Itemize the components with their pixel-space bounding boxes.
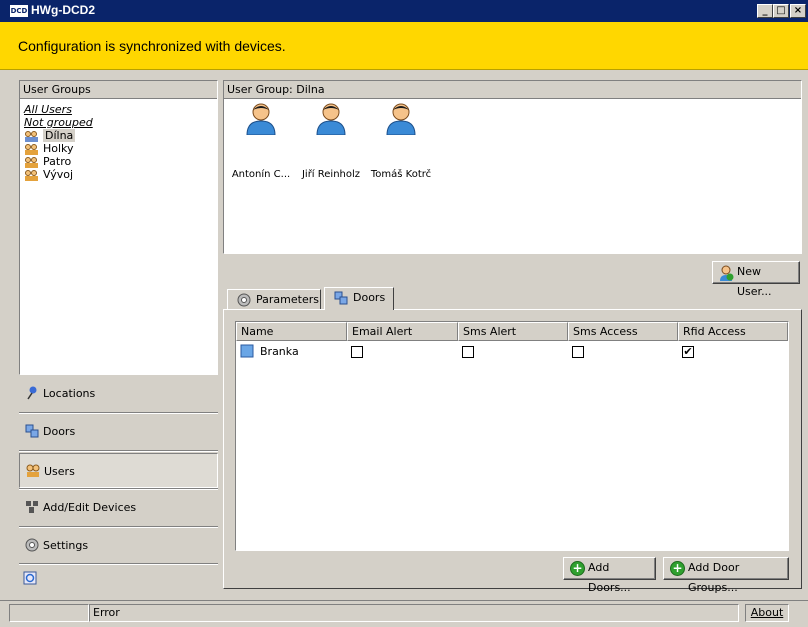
- status-bar: Error About: [0, 600, 808, 627]
- user-avatar-icon: [386, 103, 416, 136]
- maximize-button[interactable]: □: [773, 4, 789, 18]
- group-item-holky[interactable]: Holky: [24, 142, 74, 155]
- add-icon: +: [670, 561, 685, 576]
- column-header-sms-access[interactable]: Sms Access: [568, 322, 678, 341]
- pin-icon: [27, 386, 37, 400]
- title-bar: DCD HWg-DCD2 _ □ ×: [0, 0, 808, 22]
- nav-label: Add/Edit Devices: [43, 501, 137, 514]
- status-text: Error: [89, 604, 739, 622]
- user-group-icon: [25, 169, 38, 181]
- new-user-icon: [720, 265, 734, 281]
- group-label: Holky: [43, 142, 74, 155]
- gear-icon: [25, 538, 39, 552]
- about-link[interactable]: About: [745, 604, 789, 622]
- nav-label: Users: [44, 465, 75, 478]
- add-door-groups-label: Add Door Groups...: [688, 561, 740, 594]
- new-user-label: New User...: [737, 265, 772, 298]
- nav-divider: [19, 563, 218, 565]
- tab-parameters[interactable]: Parameters: [227, 289, 321, 310]
- group-label: Dílna: [43, 129, 76, 142]
- group-label: Patro: [43, 155, 72, 168]
- group-item-not-grouped[interactable]: Not grouped: [24, 116, 93, 129]
- email-alert-checkbox[interactable]: [351, 346, 363, 358]
- door-icon: [240, 344, 254, 358]
- doors-table: Name Email Alert Sms Alert Sms Access Rf…: [235, 321, 789, 551]
- refresh-icon[interactable]: [23, 571, 37, 585]
- nav-doors[interactable]: Doors: [19, 414, 218, 449]
- sms-access-checkbox[interactable]: [572, 346, 584, 358]
- column-header-email-alert[interactable]: Email Alert: [347, 322, 458, 341]
- user-name: Tomáš Kotrč: [370, 169, 432, 180]
- nav-label: Locations: [43, 387, 96, 400]
- user-group-icon: [25, 130, 38, 142]
- nav-users[interactable]: Users: [19, 453, 218, 488]
- new-user-button[interactable]: New User...: [712, 261, 800, 298]
- group-item-patro[interactable]: Patro: [24, 155, 71, 168]
- group-item-all-users[interactable]: All Users: [24, 103, 72, 116]
- column-header-rfid-access[interactable]: Rfid Access: [678, 322, 788, 341]
- users-icon: [26, 464, 40, 477]
- group-item-dilna[interactable]: Dílna: [24, 129, 76, 142]
- progress-bar: [9, 604, 89, 622]
- tab-label: Doors: [353, 291, 386, 304]
- sms-alert-checkbox[interactable]: [462, 346, 474, 358]
- nav-divider: [19, 450, 218, 452]
- nav-add-edit-devices[interactable]: Add/Edit Devices: [19, 490, 218, 525]
- nav-locations[interactable]: Locations: [19, 376, 218, 411]
- user-tile[interactable]: Antonín C...: [226, 101, 296, 180]
- user-tile[interactable]: Jiří Reinholz: [296, 101, 366, 180]
- devices-icon: [26, 501, 38, 513]
- nav-settings[interactable]: Settings: [19, 528, 218, 563]
- tab-doors[interactable]: Doors: [324, 287, 394, 310]
- user-groups-panel: User Groups All Users Not grouped Dílna …: [19, 80, 218, 375]
- tab-label: Parameters: [256, 293, 319, 306]
- minimize-button[interactable]: _: [757, 4, 773, 18]
- group-label: Vývoj: [43, 168, 74, 181]
- add-doors-button[interactable]: + Add Doors...: [563, 557, 656, 594]
- user-groups-header: User Groups: [20, 81, 217, 99]
- group-panel-header: User Group: Dilna: [224, 81, 801, 99]
- group-members-panel: User Group: Dilna Antonín C... Jiří Rein…: [223, 80, 802, 254]
- close-button[interactable]: ×: [790, 4, 806, 18]
- doors-icon: [334, 291, 348, 305]
- user-group-icon: [25, 156, 38, 168]
- user-avatar-icon: [246, 103, 276, 136]
- sync-message: Configuration is synchronized with devic…: [18, 38, 286, 54]
- column-header-name[interactable]: Name: [236, 322, 347, 341]
- nav-label: Settings: [43, 539, 89, 552]
- user-group-icon: [25, 143, 38, 155]
- user-tile[interactable]: Tomáš Kotrč: [366, 101, 436, 180]
- sync-banner: Configuration is synchronized with devic…: [0, 22, 808, 70]
- rfid-access-checkbox[interactable]: ✔: [682, 346, 694, 358]
- column-header-sms-alert[interactable]: Sms Alert: [458, 322, 568, 341]
- app-icon: DCD: [10, 5, 28, 17]
- group-item-vyvoj[interactable]: Vývoj: [24, 168, 73, 181]
- nav-label: Doors: [43, 425, 76, 438]
- window-title: HWg-DCD2: [31, 3, 95, 17]
- user-avatar-icon: [316, 103, 346, 136]
- add-door-groups-button[interactable]: + Add Door Groups...: [663, 557, 789, 594]
- doors-icon: [25, 424, 39, 438]
- add-doors-label: Add Doors...: [588, 561, 631, 594]
- gear-icon: [237, 293, 251, 307]
- table-row[interactable]: Branka ✔: [236, 342, 788, 360]
- add-icon: +: [570, 561, 585, 576]
- door-name: Branka: [260, 345, 299, 358]
